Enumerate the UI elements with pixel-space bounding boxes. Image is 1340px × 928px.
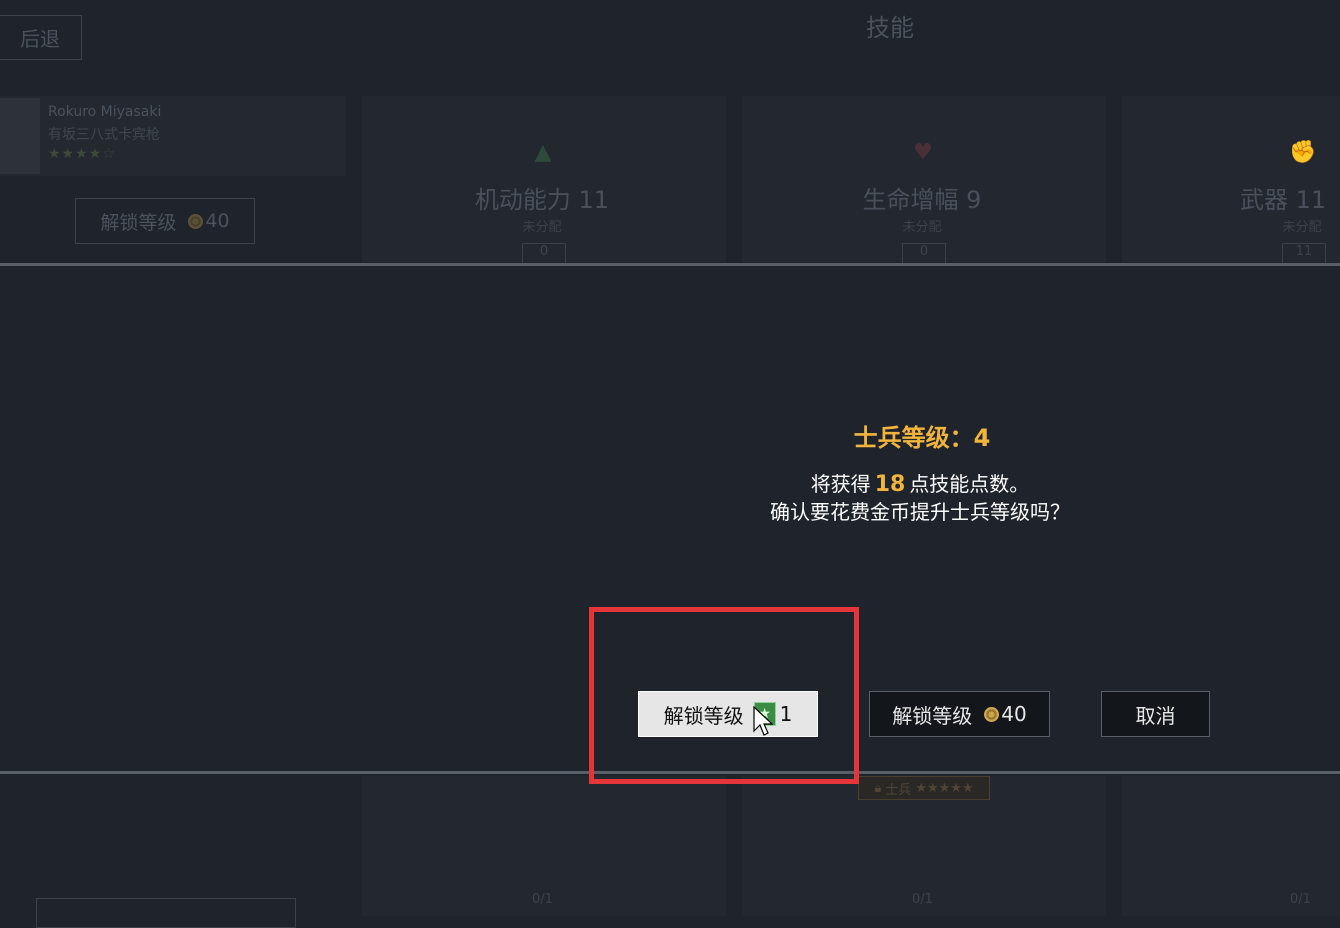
- dialog-message-line1: 将获得 18 点技能点数。: [700, 468, 1140, 497]
- soldier-weapon: 有坂三八式卡宾枪: [48, 127, 160, 143]
- mouse-cursor-icon: [753, 706, 773, 736]
- lock-icon: 🔒︎: [874, 780, 882, 796]
- perk-progress-1: 0/1: [532, 892, 553, 907]
- skill-value-health[interactable]: 0: [902, 243, 946, 265]
- token-button-label: 解锁等级: [663, 703, 744, 728]
- back-button[interactable]: 后退: [0, 15, 82, 60]
- skill-status-mobility: 未分配: [522, 220, 562, 235]
- page-title: 技能: [866, 14, 914, 42]
- bg-unlock-label: 解锁等级: [100, 211, 177, 234]
- fist-icon: ✊: [1289, 140, 1317, 165]
- gold-coin-icon: [984, 706, 1000, 722]
- skill-panel-health[interactable]: [742, 96, 1106, 262]
- dialog-title: 士兵等级：4: [853, 424, 991, 452]
- skill-status-weapon: 未分配: [1282, 220, 1322, 235]
- skill-panel-mobility[interactable]: [362, 96, 726, 262]
- soldier-avatar: [0, 98, 40, 174]
- bottom-reset-button[interactable]: [36, 898, 296, 928]
- bg-unlock-cost: 40: [205, 210, 230, 232]
- soldier-stars: ★★★★☆: [48, 146, 116, 162]
- skill-value-mobility[interactable]: 0: [522, 243, 566, 265]
- top-divider: [0, 263, 1340, 266]
- background-layer: 后退 技能 Rokuro Miyasaki 有坂三八式卡宾枪 ★★★★☆ 解锁等…: [0, 0, 1340, 928]
- soldier-name: Rokuro Miyasaki: [48, 104, 162, 120]
- unlock-with-gold-button[interactable]: 解锁等级 40: [869, 691, 1050, 737]
- token-button-cost: 1: [779, 702, 793, 726]
- boot-icon: ▲: [534, 140, 552, 165]
- perk-progress-3: 0/1: [1290, 892, 1311, 907]
- skill-points-value: 18: [874, 472, 906, 497]
- lock-badge-stars: ★★★★★: [915, 780, 974, 796]
- gold-button-cost: 40: [1001, 702, 1027, 726]
- gold-button-label: 解锁等级: [892, 703, 973, 728]
- locked-badge: 🔒︎ 士兵 ★★★★★: [858, 776, 990, 800]
- heart-icon: ♥: [913, 140, 933, 165]
- dialog-line1-prefix: 将获得: [810, 472, 871, 496]
- dialog-line1-suffix: 点技能点数。: [909, 472, 1030, 496]
- dialog-message-line2: 确认要花费金币提升士兵等级吗？: [770, 500, 1070, 524]
- lock-badge-label: 士兵: [885, 782, 912, 798]
- skill-name-weapon: 武器 11: [1240, 186, 1327, 214]
- cancel-button[interactable]: 取消: [1101, 691, 1210, 737]
- skill-value-weapon[interactable]: 11: [1282, 243, 1326, 265]
- bottom-divider: [0, 771, 1340, 774]
- background-unlock-level-button[interactable]: 解锁等级 40: [75, 198, 255, 244]
- skill-status-health: 未分配: [902, 220, 942, 235]
- skill-name-mobility: 机动能力 11: [474, 186, 610, 214]
- unlock-with-token-button[interactable]: 解锁等级 ★ 1: [638, 691, 818, 737]
- skill-panel-weapon[interactable]: [1122, 96, 1340, 262]
- skill-name-health: 生命增幅 9: [862, 186, 982, 214]
- perk-progress-2: 0/1: [912, 892, 933, 907]
- coin-icon: [188, 213, 204, 229]
